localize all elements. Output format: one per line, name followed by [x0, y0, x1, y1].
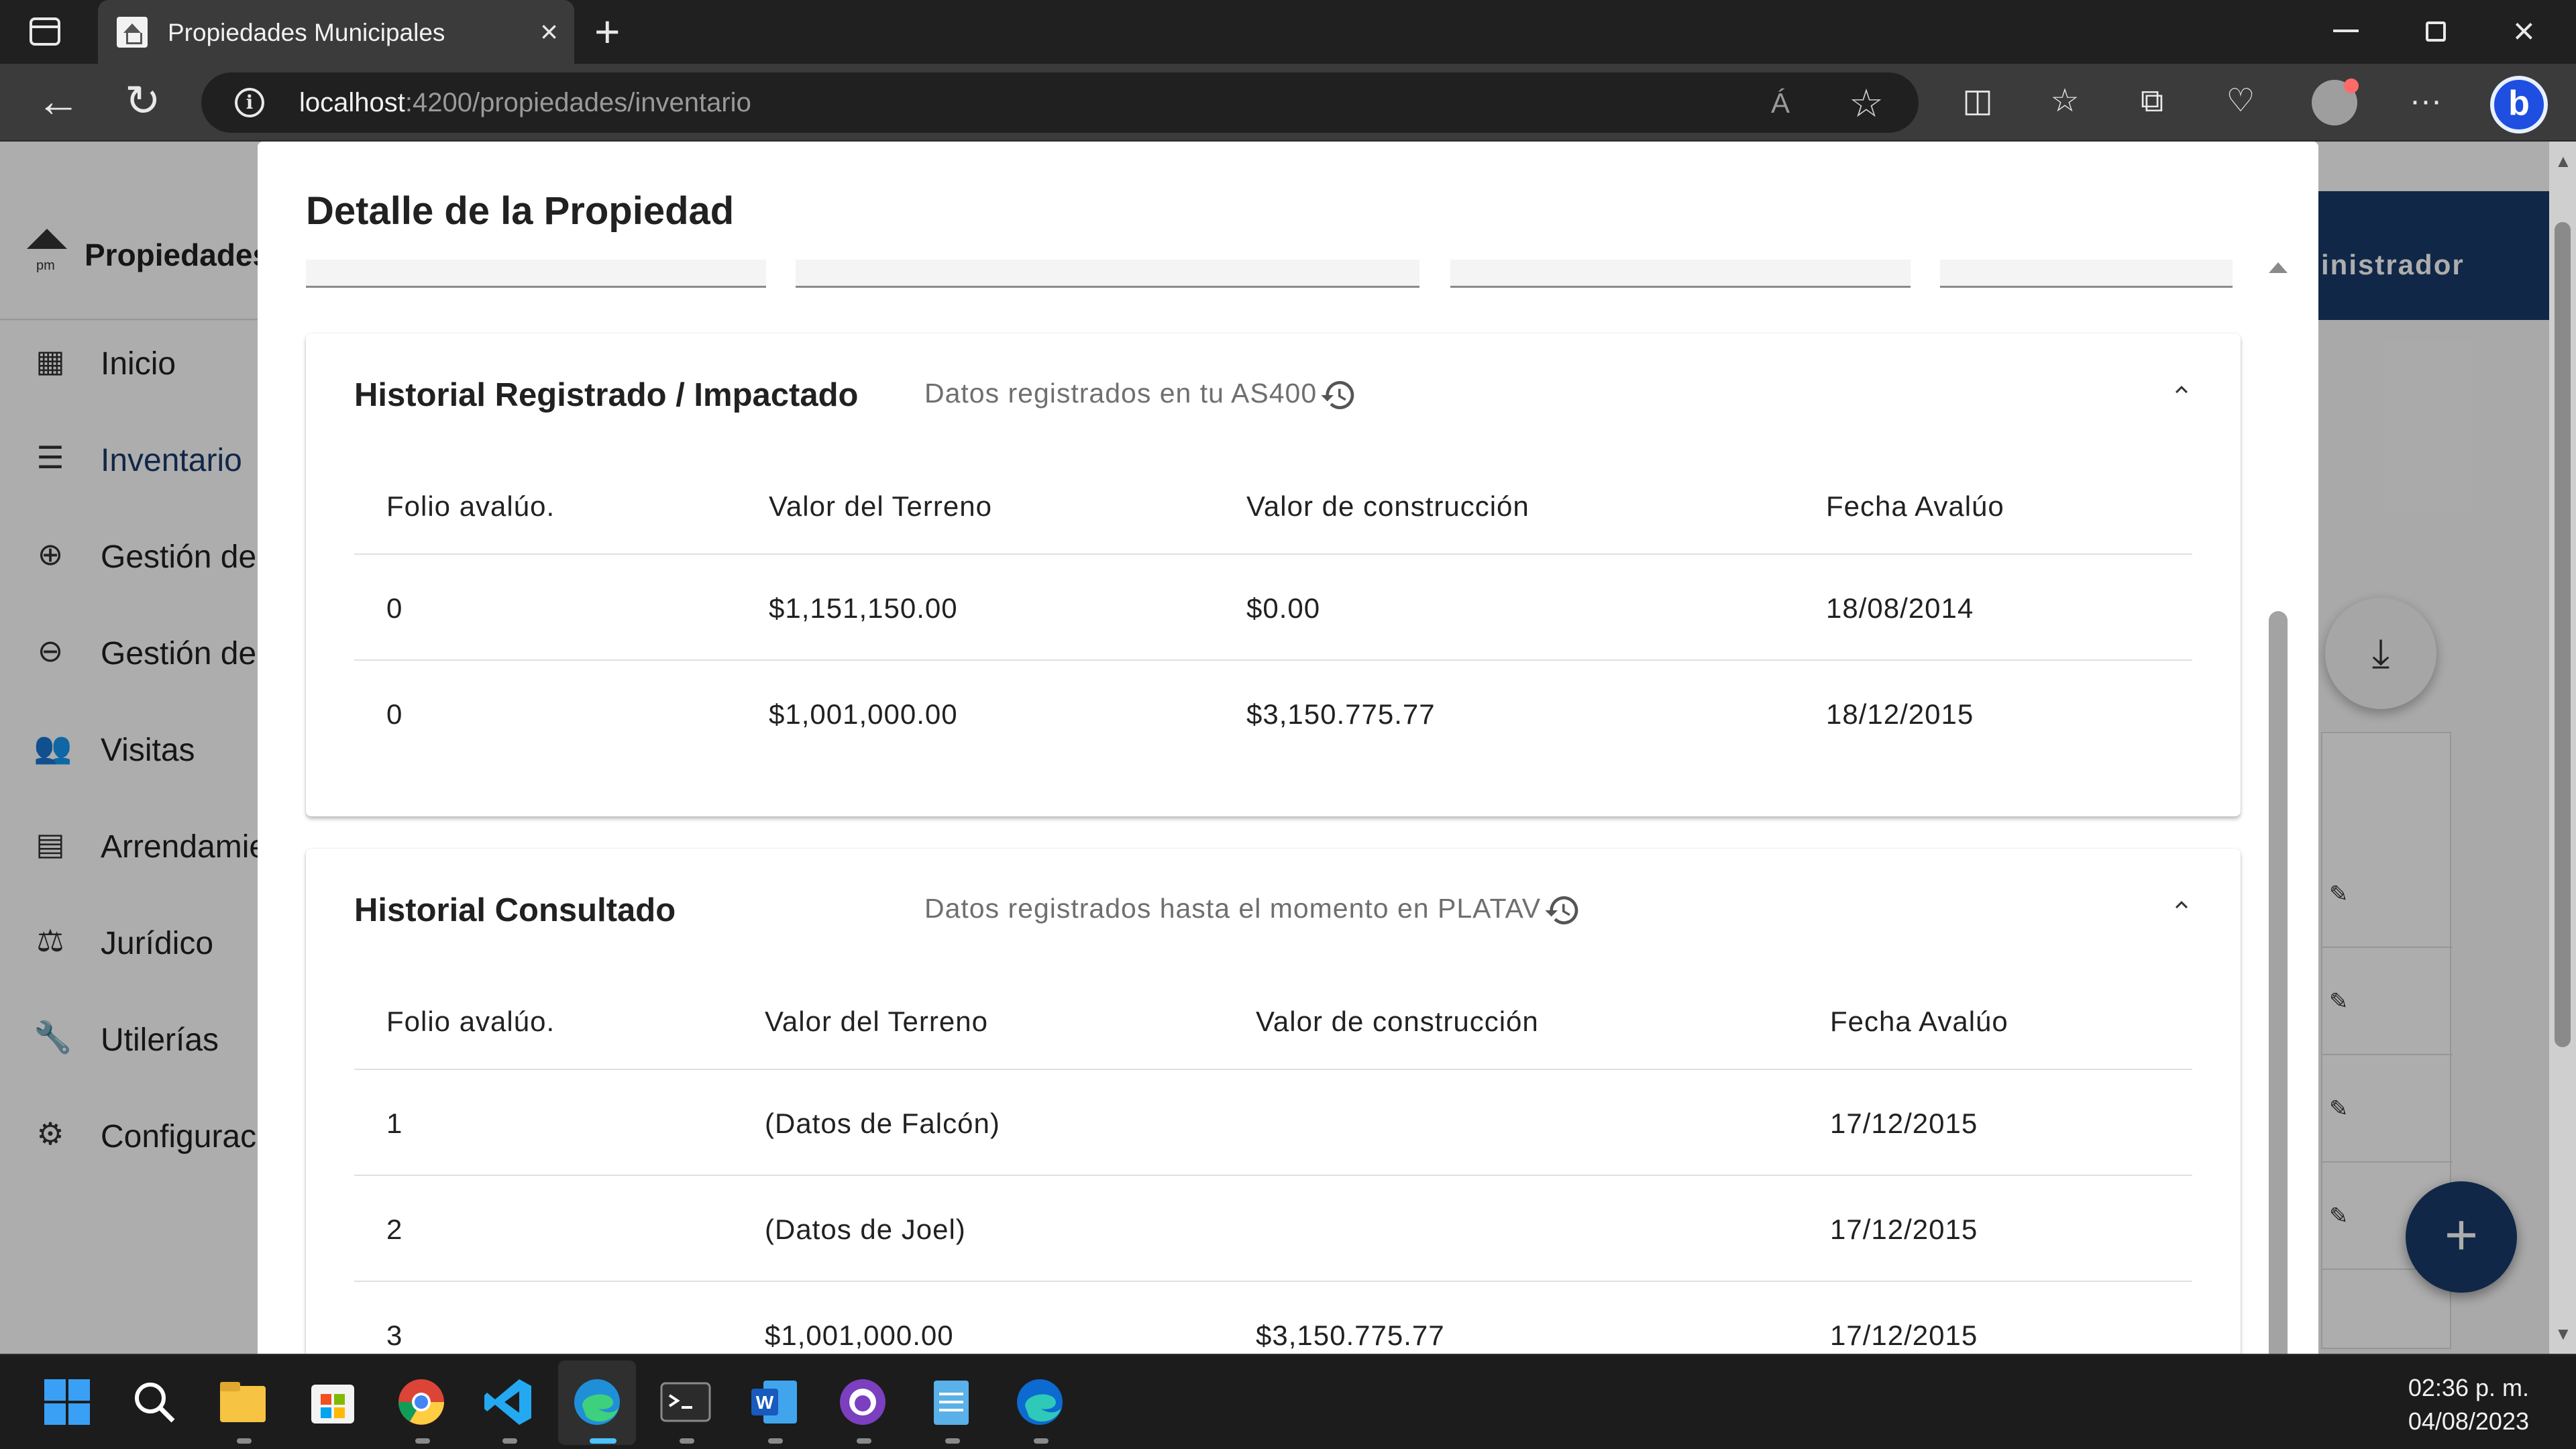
form-field[interactable]	[796, 260, 1419, 288]
running-indicator	[415, 1438, 430, 1444]
table-row[interactable]: 1 (Datos de Falcón) 17/12/2015	[354, 1070, 2192, 1176]
edge-alt-icon[interactable]	[1013, 1375, 1067, 1429]
history-icon	[1545, 896, 1578, 924]
close-icon[interactable]: ×	[540, 16, 558, 47]
vscode-icon[interactable]	[482, 1375, 535, 1429]
page-scrollbar[interactable]: ▲ ▼	[2549, 142, 2576, 1354]
favorites-icon[interactable]: ☆	[2046, 83, 2084, 120]
windows-taskbar: W 02:36 p. m. 04/08/2023	[0, 1354, 2576, 1449]
panel-subtitle: Datos registrados en tu AS400	[924, 376, 1357, 414]
microsoft-store-icon[interactable]	[306, 1375, 360, 1429]
search-icon[interactable]	[127, 1375, 181, 1429]
address-toolbar: ← ↻ i localhost:4200/propiedades/inventa…	[0, 64, 2576, 142]
dialog-scrollbar[interactable]	[2266, 262, 2290, 1354]
form-field[interactable]	[1940, 260, 2233, 288]
active-indicator	[590, 1438, 616, 1444]
column-header: Valor del Terreno	[769, 490, 992, 522]
running-indicator	[680, 1438, 694, 1444]
running-indicator	[1034, 1438, 1049, 1444]
windows-start-icon[interactable]	[40, 1375, 94, 1429]
column-header: Folio avalúo.	[386, 490, 555, 522]
clock-date: 04/08/2023	[2408, 1407, 2529, 1435]
column-header: Valor del Terreno	[765, 1006, 988, 1037]
property-detail-dialog: Detalle de la Propiedad Historial Regist…	[258, 142, 2318, 1354]
history-icon	[1321, 381, 1354, 409]
collapse-chevron-icon[interactable]	[2169, 378, 2194, 402]
browser-tab[interactable]: Propiedades Municipales ×	[98, 0, 574, 64]
scroll-up-icon[interactable]: ▲	[2555, 151, 2572, 172]
table-header: Folio avalúo. Valor del Terreno Valor de…	[354, 969, 2192, 1070]
running-indicator	[857, 1438, 871, 1444]
table-row[interactable]: 0 $1,151,150.00 $0.00 18/08/2014	[354, 555, 2192, 661]
column-header: Fecha Avalúo	[1826, 490, 2004, 522]
scrollbar-thumb[interactable]	[2555, 222, 2571, 1047]
maximize-icon[interactable]	[2426, 21, 2446, 42]
browser-tab-bar: Propiedades Municipales × + ×	[0, 0, 2576, 64]
browser-essentials-icon[interactable]: ♡	[2222, 83, 2259, 120]
favicon-icon	[117, 17, 148, 48]
url-bar[interactable]: i localhost:4200/propiedades/inventario …	[201, 72, 1919, 133]
minimize-icon[interactable]	[2333, 30, 2359, 32]
system-clock[interactable]: 02:36 p. m. 04/08/2023	[2408, 1371, 2529, 1438]
form-field[interactable]	[306, 260, 766, 288]
profile-icon[interactable]	[2312, 78, 2359, 125]
back-icon[interactable]: ←	[36, 78, 80, 123]
word-icon[interactable]: W	[747, 1375, 801, 1429]
table-row[interactable]: 0 $1,001,000.00 $3,150.775.77 18/12/2015	[354, 661, 2192, 767]
column-header: Folio avalúo.	[386, 1006, 555, 1037]
window-close-icon[interactable]: ×	[2513, 12, 2535, 50]
dialog-title: Detalle de la Propiedad	[306, 189, 735, 233]
notepad-icon[interactable]	[924, 1375, 978, 1429]
scroll-up-icon[interactable]	[2269, 262, 2288, 273]
terminal-icon[interactable]	[659, 1375, 712, 1429]
running-indicator	[502, 1438, 517, 1444]
clock-time: 02:36 p. m.	[2408, 1374, 2529, 1401]
top-form-fields	[306, 260, 2246, 297]
collapse-chevron-icon[interactable]	[2169, 893, 2194, 917]
column-header: Fecha Avalúo	[1830, 1006, 2008, 1037]
running-indicator	[768, 1438, 783, 1444]
table-header: Folio avalúo. Valor del Terreno Valor de…	[354, 454, 2192, 555]
running-indicator	[945, 1438, 960, 1444]
column-header: Valor de construcción	[1256, 1006, 1539, 1037]
favorite-star-icon[interactable]: ☆	[1849, 80, 1884, 126]
reload-icon[interactable]: ↻	[125, 78, 161, 123]
more-icon[interactable]: ···	[2407, 83, 2445, 120]
column-header: Valor de construcción	[1246, 490, 1529, 522]
read-aloud-icon[interactable]: Á	[1771, 87, 1790, 119]
svg-text:W: W	[756, 1392, 774, 1413]
split-screen-icon[interactable]: ◫	[1959, 83, 1996, 120]
file-explorer-icon[interactable]	[216, 1375, 270, 1429]
panel-title: Historial Consultado	[354, 892, 676, 928]
info-icon[interactable]: i	[235, 88, 264, 117]
sidebar-toggle-icon[interactable]	[30, 17, 60, 46]
registered-history-panel: Historial Registrado / Impactado Datos r…	[306, 333, 2241, 816]
table-row[interactable]: 2 (Datos de Joel) 17/12/2015	[354, 1176, 2192, 1282]
form-field[interactable]	[1450, 260, 1911, 288]
scrollbar-thumb[interactable]	[2269, 611, 2288, 1354]
collections-icon[interactable]: ⧉	[2133, 83, 2171, 120]
panel-title: Historial Registrado / Impactado	[354, 377, 859, 413]
panel-subtitle: Datos registrados hasta el momento en PL…	[924, 892, 1581, 929]
url-text[interactable]: localhost:4200/propiedades/inventario	[299, 88, 751, 118]
scroll-down-icon[interactable]: ▼	[2555, 1324, 2572, 1344]
consulted-history-panel: Historial Consultado Datos registrados h…	[306, 849, 2241, 1354]
new-tab-icon[interactable]: +	[594, 9, 621, 54]
edge-icon[interactable]	[570, 1375, 624, 1429]
running-indicator	[237, 1438, 252, 1444]
bing-copilot-icon[interactable]: b	[2490, 76, 2548, 133]
github-desktop-icon[interactable]	[836, 1375, 890, 1429]
table-row[interactable]: 3 $1,001,000.00 $3,150.775.77 17/12/2015	[354, 1282, 2192, 1354]
tab-title: Propiedades Municipales	[168, 19, 445, 46]
chrome-icon[interactable]	[394, 1375, 448, 1429]
